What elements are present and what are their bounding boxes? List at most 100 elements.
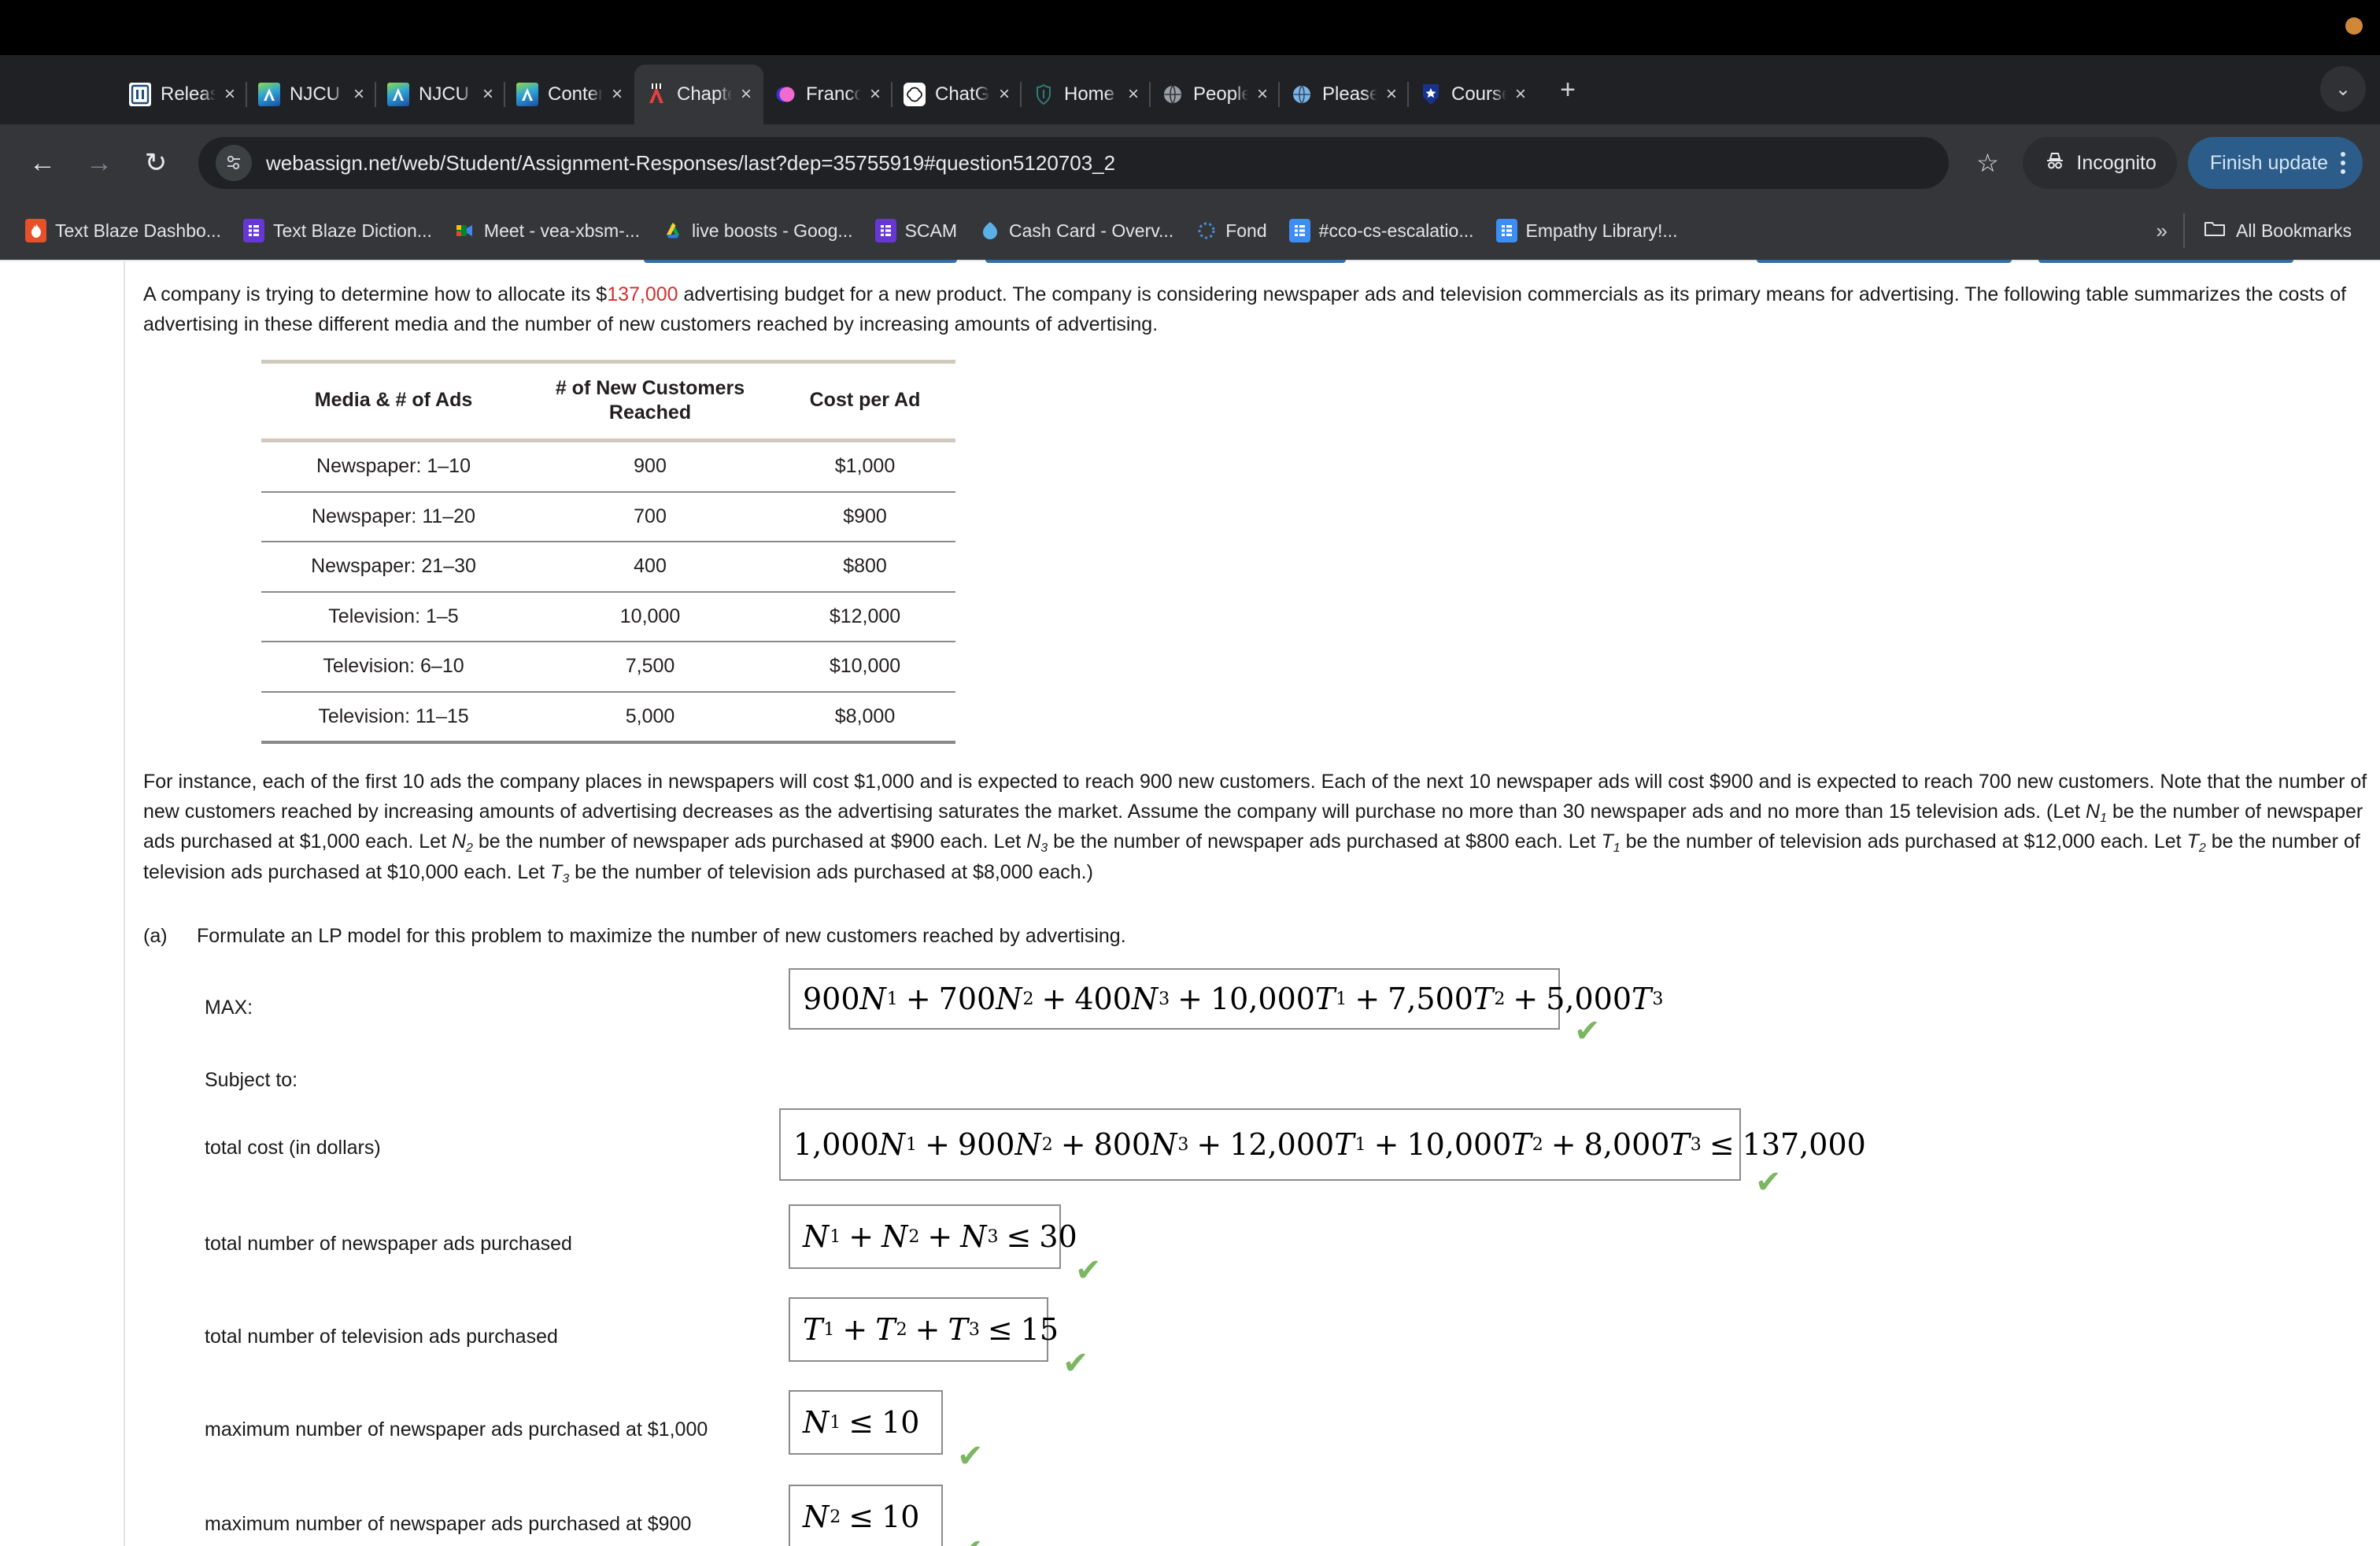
tab-close-icon[interactable]: × [1248, 80, 1277, 109]
browser-tab-chatgpt[interactable]: ChatGPT × [891, 65, 1022, 124]
answer-total-television[interactable]: T 1 + T 2 + T 3 ≤15 [789, 1297, 1059, 1363]
teal-shield-icon [1033, 83, 1055, 106]
row-max-newspaper-900: maximum number of newspaper ads purchase… [143, 1485, 2378, 1546]
tab-title: NJCU Bl [290, 83, 345, 105]
browser-tab-content[interactable]: Content × [504, 65, 634, 124]
browser-tab-njcu-blackboard-2[interactable]: NJCU Bl × [375, 65, 505, 124]
address-bar-url: webassign.net/web/Student/Assignment-Res… [266, 150, 1116, 175]
bookmark-label: live boosts - Goog... [692, 220, 853, 241]
column-header-customers: # of New Customers Reached [526, 360, 774, 442]
tab-search-chevron-down-icon[interactable]: ⌄ [2320, 66, 2366, 112]
blue-book-icon [129, 83, 151, 106]
cell-cost: $12,000 [774, 591, 955, 642]
tab-separator [375, 82, 376, 107]
tab-close-icon[interactable]: × [861, 80, 889, 109]
tab-close-icon[interactable]: × [1119, 80, 1148, 109]
table-row: Newspaper: 21–30 400 $800 [261, 542, 955, 593]
bookmark-text-blaze-dashboard[interactable]: Text Blaze Dashbo... [14, 209, 232, 253]
tab-title: Content [548, 83, 603, 105]
bookmark-live-boosts-google[interactable]: live boosts - Goog... [651, 209, 864, 253]
variable-name: T2 [2186, 830, 2206, 856]
bookmark-label: Empathy Library!... [1525, 220, 1678, 241]
bookmark-empathy-library[interactable]: Empathy Library!... [1485, 209, 1689, 253]
back-button[interactable]: ← [17, 138, 68, 188]
correct-check-icon: ✔ [1075, 1253, 1102, 1289]
bookmark-cco-cs-escalation[interactable]: #cco-cs-escalatio... [1278, 209, 1485, 253]
tab-close-icon[interactable]: × [1506, 80, 1535, 109]
njcu-a-icon [387, 83, 409, 106]
field-total-television: T 1 + T 2 + T 3 ≤15 ✔ [789, 1297, 1089, 1379]
address-bar[interactable]: webassign.net/web/Student/Assignment-Res… [198, 137, 1949, 189]
correct-check-icon: ✔ [1574, 1014, 1601, 1049]
bookmark-google-meet[interactable]: Meet - vea-xbsm-... [443, 209, 651, 253]
kebab-menu-icon[interactable] [2341, 152, 2345, 174]
answer-max-newspaper-900[interactable]: N 2 ≤10 [789, 1485, 943, 1546]
bookmark-cash-card-overview[interactable]: Cash Card - Overv... [968, 209, 1184, 253]
incognito-label: Incognito [2076, 151, 2156, 174]
macos-notch-strip [0, 0, 2380, 55]
cell-cost: $1,000 [774, 440, 955, 493]
cell-customers: 10,000 [526, 591, 774, 642]
scrolled-button-peek [985, 260, 1346, 263]
browser-tab-peoplesoft[interactable]: PeopleS × [1149, 65, 1280, 124]
label-max: MAX: [205, 997, 253, 1019]
browser-tab-njcu-blackboard-1[interactable]: NJCU Bl × [246, 65, 376, 124]
bookmark-text-blaze-dictionary[interactable]: Text Blaze Diction... [232, 209, 443, 253]
site-settings-tune-icon[interactable] [216, 145, 252, 181]
cell-media: Television: 6–10 [261, 642, 526, 693]
field-total-newspaper: N 1 + N 2 + N 3 ≤30 ✔ [789, 1204, 1102, 1286]
screen-recording-indicator-dot [2345, 17, 2363, 35]
answer-total-cost[interactable]: 1,000 N 1 +900 N 2 +800 N 3 +12,000 T 1 +10,000 T 2 +8,… [779, 1108, 1866, 1182]
tab-title: NJCU Bl [419, 83, 474, 105]
bookmark-star-icon[interactable]: ☆ [1963, 139, 2012, 187]
label-total-television: total number of television ads purchased [205, 1326, 558, 1348]
tab-close-icon[interactable]: × [216, 80, 244, 109]
part-a: (a) Formulate an LP model for this probl… [143, 922, 2378, 952]
row-total-cost: total cost (in dollars) 1,000 N 1 +900 N 2 +80… [143, 1108, 2378, 1204]
table-row: Television: 1–5 10,000 $12,000 [261, 591, 955, 642]
browser-tab-course-hero[interactable]: Course H × [1407, 65, 1538, 124]
tab-close-icon[interactable]: × [603, 80, 631, 109]
answer-objective[interactable]: 900 N 1 +700 N 2 +400 N 3 +10,000 T 1 +7,500 T 2 +5,000… [789, 968, 1663, 1030]
incognito-indicator[interactable]: Incognito [2023, 137, 2177, 189]
purple-list-icon [874, 219, 896, 242]
answer-total-newspaper[interactable]: N 1 + N 2 + N 3 ≤30 [789, 1204, 1077, 1270]
bookmarks-overflow-icon[interactable]: » [2141, 219, 2183, 243]
correct-check-icon: ✔ [1755, 1165, 1782, 1200]
tab-close-icon[interactable]: × [345, 80, 373, 109]
tab-close-icon[interactable]: × [732, 80, 760, 109]
cell-customers: 400 [526, 542, 774, 593]
tab-strip: Release × NJCU Bl × NJCU Bl × Content [0, 55, 2380, 124]
variable-name: N3 [1026, 830, 1048, 856]
bookmark-label: Text Blaze Diction... [272, 220, 432, 241]
variable-name: N1 [2086, 800, 2107, 825]
browser-tab-release[interactable]: Release × [118, 65, 247, 124]
tab-title: Home | N [1064, 83, 1119, 105]
page-left-gutter-rule [124, 261, 125, 1546]
tab-separator [1149, 82, 1151, 107]
tab-close-icon[interactable]: × [474, 80, 502, 109]
new-tab-button[interactable]: + [1546, 68, 1590, 112]
bookmark-label: Meet - vea-xbsm-... [483, 220, 641, 241]
browser-tab-francois[interactable]: Francois × [763, 65, 893, 124]
cell-media: Newspaper: 11–20 [261, 491, 526, 542]
reload-button[interactable]: ↻ [131, 138, 181, 188]
answer-max-newspaper-1000[interactable]: N 1 ≤10 [789, 1390, 943, 1455]
browser-tab-home[interactable]: Home | N × [1020, 65, 1151, 124]
tab-close-icon[interactable]: × [1377, 80, 1406, 109]
table-row: Newspaper: 1–10 900 $1,000 [261, 440, 955, 493]
forward-button[interactable]: → [74, 138, 124, 188]
bookmark-scam[interactable]: SCAM [864, 209, 968, 253]
scrolled-button-peek [1757, 260, 2012, 263]
tab-close-icon[interactable]: × [990, 80, 1018, 109]
all-bookmarks-button[interactable]: All Bookmarks [2185, 219, 2366, 242]
tab-title: Release [161, 83, 216, 105]
label-subject-to: Subject to: [205, 1069, 298, 1092]
finish-update-button[interactable]: Finish update [2187, 137, 2363, 189]
column-header-cost: Cost per Ad [774, 360, 955, 442]
browser-tab-please-update[interactable]: Please u × [1278, 65, 1409, 124]
row-total-television: total number of television ads purchased… [143, 1297, 2378, 1390]
browser-tab-chapter-active[interactable]: Chapter × [634, 65, 763, 124]
njcu-a-icon [516, 83, 538, 106]
bookmark-fond[interactable]: Fond [1184, 209, 1277, 253]
